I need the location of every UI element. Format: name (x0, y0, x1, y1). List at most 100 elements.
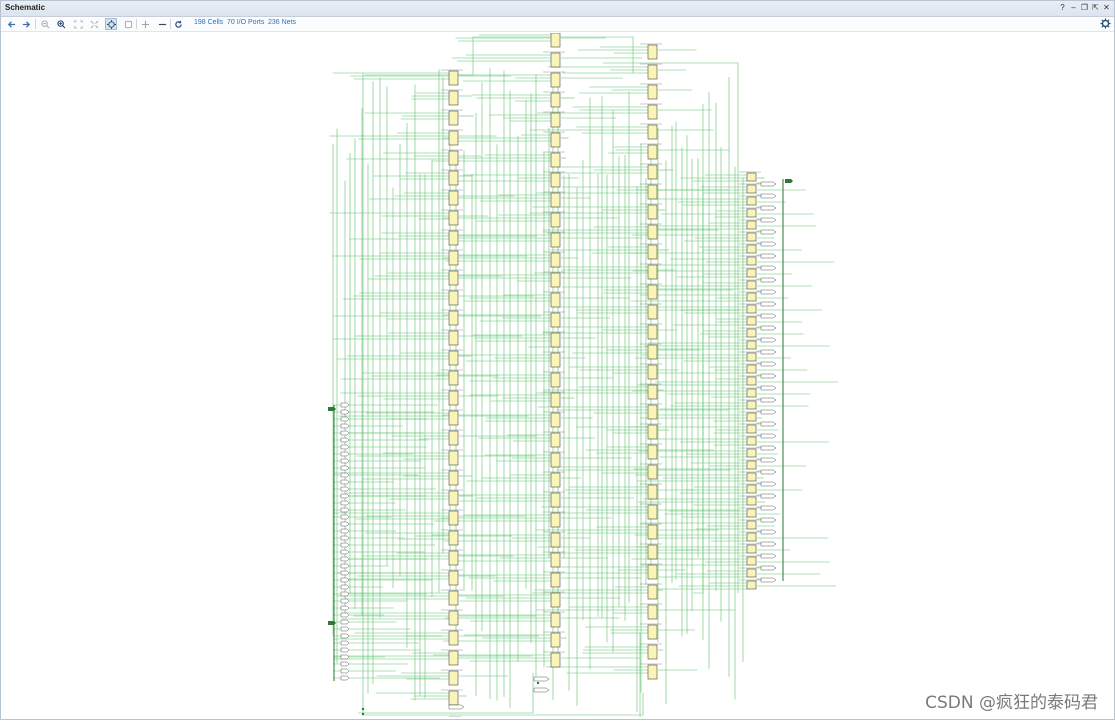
cell-block (647, 284, 658, 300)
cells-count-link[interactable]: 198 Cells (194, 19, 223, 26)
forward-button[interactable] (20, 18, 32, 30)
help-icon[interactable]: ? (1058, 2, 1067, 14)
output-buffer (760, 373, 777, 379)
input-buffer (340, 493, 350, 499)
cell-block (550, 352, 561, 368)
input-buffer (340, 479, 350, 485)
cell-block (746, 520, 757, 530)
input-buffer (340, 619, 350, 625)
minimize-icon[interactable]: – (1069, 2, 1078, 14)
cell-block (746, 508, 757, 518)
toolbar-divider (35, 19, 36, 29)
output-port-icon (785, 179, 793, 183)
zoom-out-button[interactable] (39, 18, 51, 30)
cell-block (448, 690, 459, 706)
input-buffer (340, 605, 350, 611)
expand-button[interactable] (139, 18, 151, 30)
cell-block (550, 572, 561, 588)
cell-block (448, 110, 459, 126)
cell-block (448, 130, 459, 146)
cell-block (550, 592, 561, 608)
title-bar: Schematic ? – ❐ ⇱ ✕ (1, 1, 1114, 17)
schematic-canvas[interactable] (3, 31, 1112, 722)
cell-block (746, 232, 757, 242)
fit-selection-button[interactable] (105, 18, 117, 30)
input-buffer (340, 556, 350, 562)
input-buffer (340, 563, 350, 569)
input-buffer (340, 633, 350, 639)
reload-icon (174, 20, 182, 28)
cell-block (550, 252, 561, 268)
cell-block (448, 330, 459, 346)
input-buffer (340, 640, 350, 646)
cell-block (647, 604, 658, 620)
output-buffer (760, 181, 777, 187)
buffer-cell (533, 687, 550, 693)
cell-block (448, 670, 459, 686)
cell-block (448, 310, 459, 326)
output-buffer (760, 217, 777, 223)
cell-block (647, 324, 658, 340)
zoom-fit-button[interactable] (72, 18, 84, 30)
cell-block (647, 564, 658, 580)
cell-block (746, 208, 757, 218)
reload-button[interactable] (172, 18, 184, 30)
expand-icon (141, 20, 149, 28)
cell-block (550, 92, 561, 108)
cell-block (746, 472, 757, 482)
cell-block (746, 556, 757, 566)
cell-block (746, 328, 757, 338)
clock-port-icon (328, 407, 336, 411)
auto-fit-button[interactable] (88, 18, 100, 30)
input-buffer (340, 535, 350, 541)
schematic-diagram[interactable] (3, 31, 1112, 722)
cell-block (448, 550, 459, 566)
cell-block (550, 452, 561, 468)
io-ports-count-link[interactable]: 70 I/O Ports (227, 19, 264, 26)
cell-block (550, 332, 561, 348)
gear-icon[interactable] (1100, 18, 1111, 29)
output-buffer (760, 397, 777, 403)
float-icon[interactable]: ⇱ (1091, 2, 1100, 14)
output-buffer (760, 349, 777, 355)
output-buffer (760, 493, 777, 499)
cell-block (647, 464, 658, 480)
window-title: Schematic (5, 3, 46, 12)
cell-block (746, 316, 757, 326)
cell-block (448, 370, 459, 386)
cell-block (448, 150, 459, 166)
restore-icon[interactable]: ❐ (1080, 2, 1089, 14)
window-controls: ? – ❐ ⇱ ✕ (1058, 2, 1111, 14)
cell-block (647, 264, 658, 280)
junction-dot (361, 712, 365, 716)
cell-block (647, 244, 658, 260)
cell-block (746, 364, 757, 374)
close-icon[interactable]: ✕ (1102, 2, 1111, 14)
cell-block (746, 244, 757, 254)
cell-block (550, 72, 561, 88)
output-buffer (760, 337, 777, 343)
regenerate-icon (124, 20, 132, 28)
buffer-cell (533, 676, 550, 682)
cell-block (746, 544, 757, 554)
output-buffer (760, 241, 777, 247)
input-buffer (340, 577, 350, 583)
output-buffer (760, 565, 777, 571)
cell-block (746, 376, 757, 386)
output-buffer (760, 289, 777, 295)
cell-block (746, 280, 757, 290)
cell-block (550, 392, 561, 408)
cell-block (448, 230, 459, 246)
cell-block (550, 272, 561, 288)
input-buffer (340, 675, 350, 681)
cell-block (448, 410, 459, 426)
back-button[interactable] (5, 18, 17, 30)
cell-block (448, 590, 459, 606)
nets-count-link[interactable]: 236 Nets (268, 19, 296, 26)
regenerate-button[interactable] (122, 18, 134, 30)
cell-block (550, 152, 561, 168)
input-buffer (340, 570, 350, 576)
zoom-in-button[interactable] (55, 18, 67, 30)
collapse-button[interactable] (156, 18, 168, 30)
input-buffer (340, 647, 350, 653)
